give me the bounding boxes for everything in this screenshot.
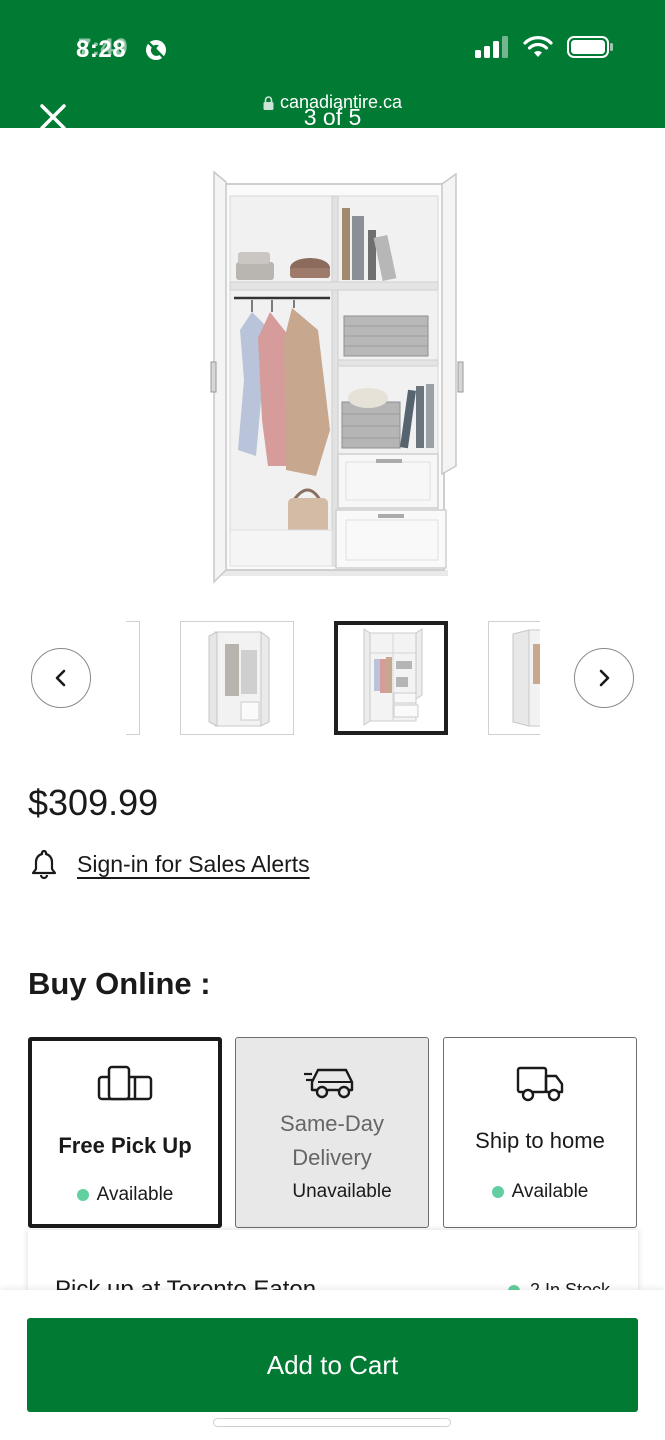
ship-home-status: Available [444, 1181, 636, 1203]
thumbnail-3-image [338, 625, 444, 731]
thumbnail-3[interactable] [334, 621, 448, 735]
sales-alerts-link[interactable]: Sign-in for Sales Alerts [77, 851, 310, 878]
pickup-label: Free Pick Up [58, 1133, 192, 1158]
fulfillment-option-same-day[interactable]: Same-Day Delivery Unavailable [235, 1037, 429, 1228]
ship-home-status-text: Available [511, 1181, 589, 1202]
home-indicator[interactable] [213, 1418, 451, 1427]
pickup-store-strip[interactable]: Pick up at Toronto Eaton 2 In Stock [28, 1230, 638, 1290]
same-day-label-line2: Delivery [292, 1145, 372, 1170]
pickup-status: Available [32, 1184, 218, 1206]
buy-online-title: Buy Online : [28, 966, 211, 1001]
thumbnail-4-image [489, 622, 540, 734]
thumbnail-2-image [181, 622, 293, 734]
product-price: $309.99 [28, 782, 159, 823]
product-image [210, 170, 464, 584]
do-not-disturb-icon [146, 40, 166, 60]
carousel-next-button[interactable] [574, 648, 634, 708]
pickup-store-name: Pick up at Toronto Eaton [55, 1276, 317, 1290]
status-icons [475, 36, 613, 58]
bottom-action-bar: Add to Cart [0, 1290, 665, 1440]
thumbnail-1[interactable] [126, 621, 140, 735]
pickup-status-text: Available [96, 1184, 174, 1205]
thumbnail-2[interactable] [180, 621, 294, 735]
close-icon[interactable] [36, 100, 70, 134]
ship-home-label: Ship to home [475, 1128, 605, 1153]
chevron-right-icon [599, 669, 610, 687]
truck-icon [516, 1066, 564, 1102]
carousel-prev-button[interactable] [31, 648, 91, 708]
add-to-cart-button[interactable]: Add to Cart [27, 1318, 638, 1412]
delivery-car-icon [304, 1068, 354, 1099]
same-day-status-text: Unavailable [292, 1181, 392, 1202]
gallery-counter: 3 of 5 [303, 104, 362, 130]
pickup-stock: 2 In Stock [507, 1280, 610, 1290]
top-bar: 7:40 8:28 canadiantire.ca 3 of 5 [0, 0, 665, 130]
store-pickup-icon [97, 1065, 153, 1101]
wifi-icon [523, 36, 553, 57]
battery-icon [567, 36, 613, 58]
bell-icon [31, 849, 57, 880]
fulfillment-option-pickup[interactable]: Free Pick Up Available [28, 1037, 222, 1228]
same-day-label-line1: Same-Day [280, 1111, 384, 1136]
pickup-stock-text: 2 In Stock [529, 1280, 610, 1290]
available-dot [491, 1186, 504, 1198]
available-dot [76, 1189, 89, 1201]
thumbnail-4[interactable] [488, 621, 540, 735]
status-time: 8:28 [76, 36, 127, 63]
fulfillment-option-ship-home[interactable]: Ship to home Available [443, 1037, 637, 1228]
sales-alerts-row[interactable]: Sign-in for Sales Alerts [30, 848, 310, 880]
cellular-signal-icon [475, 36, 508, 58]
chevron-left-icon [55, 669, 66, 687]
